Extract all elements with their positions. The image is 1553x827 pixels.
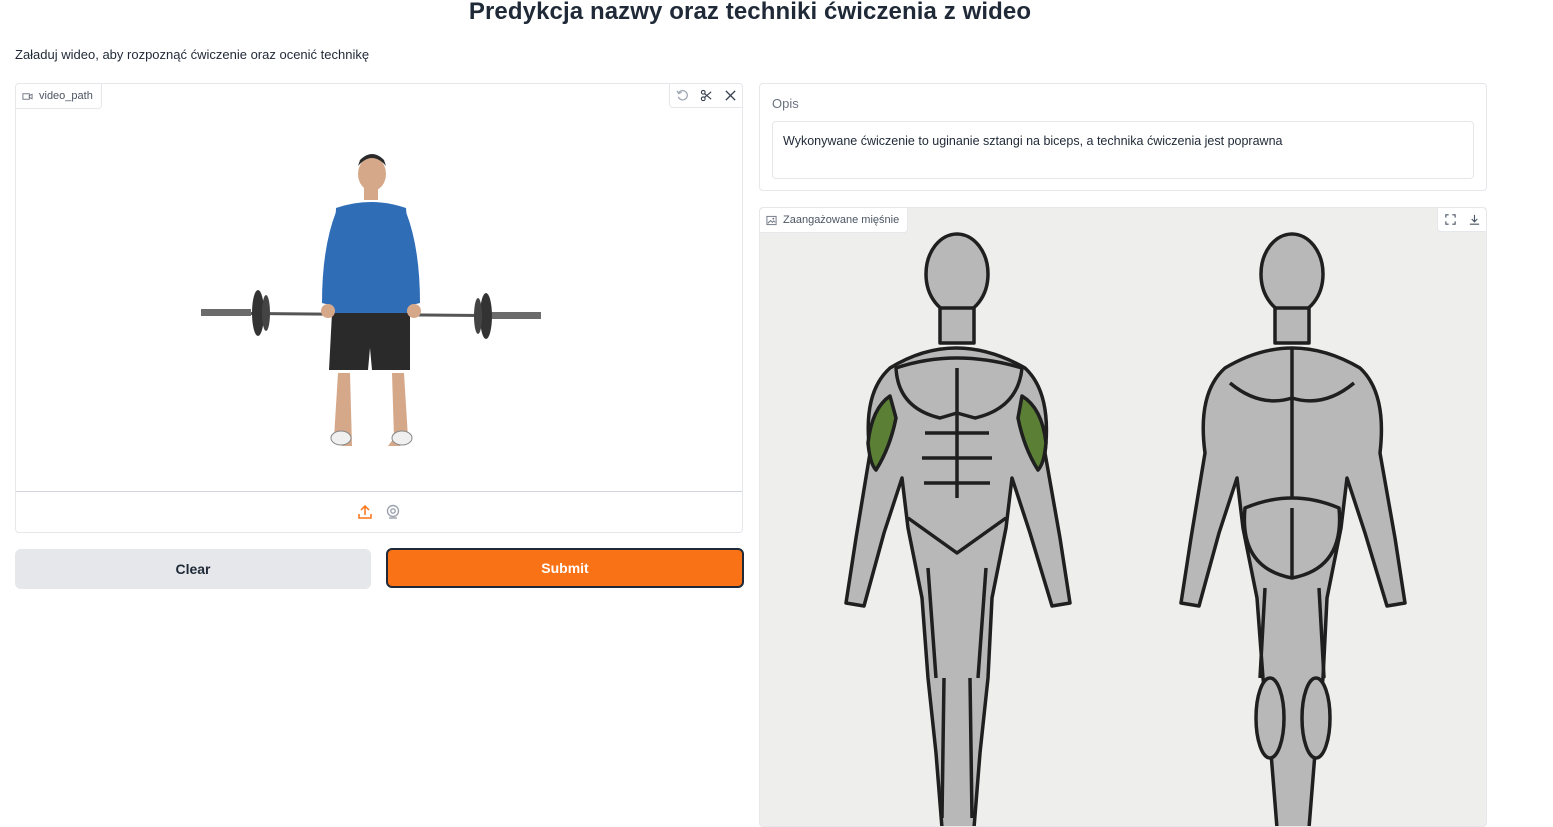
- fullscreen-icon: [1444, 214, 1456, 225]
- video-preview[interactable]: [16, 108, 742, 491]
- muscle-diagram: [844, 232, 1407, 826]
- trim-button[interactable]: [694, 85, 718, 107]
- page-subtitle: Załaduj wideo, aby rozpoznąć ćwiczenie o…: [15, 47, 370, 62]
- description-label: Opis: [772, 96, 799, 111]
- description-output-panel: Opis Wykonywane ćwiczenie to uginanie sz…: [759, 83, 1487, 191]
- scissors-icon: [700, 89, 712, 102]
- muscles-label: Zaangażowane mięśnie: [783, 214, 900, 226]
- close-icon: [724, 90, 736, 101]
- download-button[interactable]: [1462, 209, 1486, 231]
- image-toolbar: [1437, 208, 1486, 232]
- video-label: video_path: [39, 90, 93, 102]
- description-textbox[interactable]: Wykonywane ćwiczenie to uginanie sztangi…: [772, 121, 1474, 179]
- video-source-bar: [16, 491, 742, 532]
- muscles-image-panel: Zaangażowane mięśnie: [759, 207, 1487, 827]
- clear-video-button[interactable]: [718, 85, 742, 107]
- video-label-chip: video_path: [16, 84, 102, 109]
- front-body: [844, 232, 1072, 826]
- undo-button[interactable]: [670, 85, 694, 107]
- fullscreen-button[interactable]: [1438, 209, 1462, 231]
- download-icon: [1469, 214, 1479, 225]
- back-body: [1179, 232, 1407, 826]
- undo-icon: [675, 90, 688, 101]
- upload-icon[interactable]: [357, 504, 373, 520]
- webcam-icon[interactable]: [385, 504, 401, 520]
- muscles-label-chip: Zaangażowane mięśnie: [760, 208, 909, 233]
- video-toolbar: [669, 84, 742, 108]
- submit-button[interactable]: Submit: [386, 548, 744, 588]
- video-icon: [22, 92, 33, 100]
- clear-button[interactable]: Clear: [15, 549, 371, 589]
- page-title: Predykcja nazwy oraz techniki ćwiczenia …: [468, 0, 1032, 25]
- image-icon: [766, 215, 777, 225]
- video-input-panel: video_path: [15, 83, 743, 533]
